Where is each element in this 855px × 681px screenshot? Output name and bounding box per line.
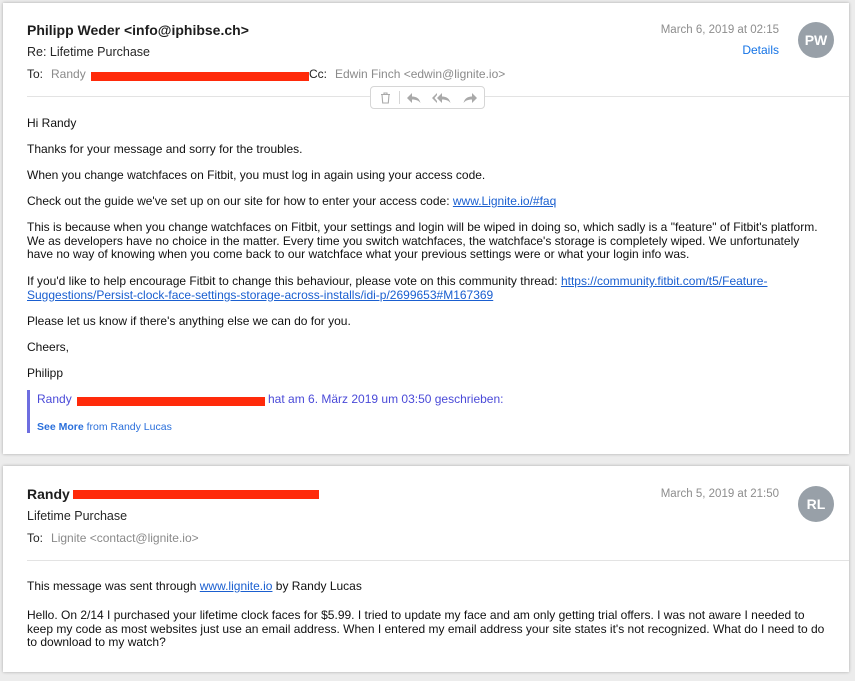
sender-name[interactable]: Randy xyxy=(27,486,70,502)
redaction-bar xyxy=(77,397,265,406)
email-message-2: Randy Lifetime Purchase To: Lignite <cont… xyxy=(3,466,849,672)
quoted-sender: Randy xyxy=(37,392,72,406)
to-label: To: xyxy=(27,531,44,545)
avatar: RL xyxy=(798,486,834,522)
faq-link[interactable]: www.Lignite.io/#faq xyxy=(453,194,556,208)
paragraph-text: Check out the guide we've set up on our … xyxy=(27,194,453,208)
body-paragraph: If you'd like to help encourage Fitbit t… xyxy=(27,274,827,302)
redaction-bar xyxy=(91,72,309,81)
recipients-row: To: Randy xyxy=(27,67,86,81)
email-date: March 6, 2019 at 02:15 xyxy=(660,24,779,36)
body-paragraph: When you change watchfaces on Fitbit, yo… xyxy=(27,168,486,182)
see-more-link[interactable]: See More xyxy=(37,421,84,433)
forward-icon xyxy=(463,92,477,103)
email-subject: Lifetime Purchase xyxy=(27,509,128,523)
reply-icon xyxy=(407,92,421,103)
reply-all-button[interactable] xyxy=(428,87,456,108)
sender-name[interactable]: Philipp Weder <info@iphibse.ch> xyxy=(27,22,249,38)
greeting: Hi Randy xyxy=(27,116,77,130)
paragraph-text: This message was sent through xyxy=(27,579,200,593)
trash-icon xyxy=(380,91,390,104)
body-paragraph: This message was sent through www.lignit… xyxy=(27,579,827,594)
to-label: To: xyxy=(27,67,44,81)
see-more-from: from Randy Lucas xyxy=(86,421,172,433)
paragraph-text: by Randy Lucas xyxy=(272,579,362,593)
cc-label: Cc: xyxy=(309,67,327,81)
cc-recipient[interactable]: Edwin Finch <edwin@lignite.io> xyxy=(335,67,505,81)
to-recipient[interactable]: Lignite <contact@lignite.io> xyxy=(51,531,199,545)
details-link[interactable]: Details xyxy=(742,43,779,57)
forward-button[interactable] xyxy=(456,87,484,108)
reply-all-icon xyxy=(432,92,451,103)
closing: Cheers, xyxy=(27,340,70,354)
email-date: March 5, 2019 at 21:50 xyxy=(660,488,779,500)
cc-row: Cc: Edwin Finch <edwin@lignite.io> xyxy=(309,67,505,81)
see-more: See More from Randy Lucas xyxy=(37,421,172,433)
body-paragraph: Check out the guide we've set up on our … xyxy=(27,194,827,209)
recipients-row: To: Lignite <contact@lignite.io> xyxy=(27,531,199,545)
lignite-link[interactable]: www.lignite.io xyxy=(200,579,273,593)
body-paragraph: Hello. On 2/14 I purchased your lifetime… xyxy=(27,608,825,649)
delete-button[interactable] xyxy=(371,87,399,108)
body-paragraph: Please let us know if there's anything e… xyxy=(27,314,351,328)
signature: Philipp xyxy=(27,366,64,380)
body-paragraph: This is because when you change watchfac… xyxy=(27,220,818,261)
quoted-header: Randy xyxy=(37,392,72,406)
redaction-bar xyxy=(73,490,319,499)
body-paragraph: Thanks for your message and sorry for th… xyxy=(27,142,303,156)
paragraph-text: If you'd like to help encourage Fitbit t… xyxy=(27,274,561,288)
to-recipient[interactable]: Randy xyxy=(51,67,86,81)
avatar: PW xyxy=(798,22,834,58)
quote-bar xyxy=(27,390,30,433)
quoted-header-suffix: hat am 6. März 2019 um 03:50 geschrieben… xyxy=(268,392,504,406)
email-message-1: Philipp Weder <info@iphibse.ch> Re: Life… xyxy=(3,3,849,454)
reply-button[interactable] xyxy=(400,87,428,108)
header-divider xyxy=(27,560,849,561)
email-subject: Re: Lifetime Purchase xyxy=(27,45,150,59)
message-toolbar xyxy=(370,86,485,109)
